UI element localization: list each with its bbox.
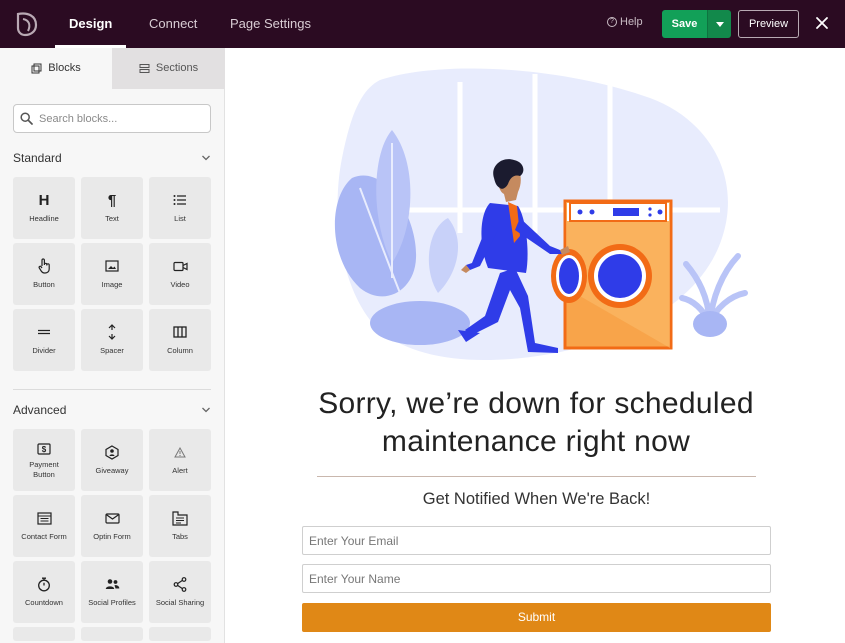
block-label: Column [167, 346, 193, 356]
block-label: Optin Form [93, 532, 131, 542]
block-label: List [174, 214, 186, 224]
block-social-sharing[interactable]: Social Sharing [149, 561, 211, 623]
block-divider[interactable]: Divider [13, 309, 75, 371]
block-label: Countdown [25, 598, 63, 608]
group-divider [13, 389, 211, 390]
block-label: Spacer [100, 346, 124, 356]
image-icon [105, 258, 119, 274]
block-label: Video [170, 280, 190, 290]
advanced-blocks-grid: $ Payment Button Giveaway Alert Contact … [13, 429, 212, 641]
blocks-sidebar: Blocks Sections Standard H Headline ¶ Te… [0, 48, 225, 643]
page-headline: Sorry, we’re down for scheduled maintena… [290, 385, 782, 461]
headline-line-1: Sorry, we’re down for scheduled [318, 387, 754, 420]
group-advanced-header[interactable]: Advanced [13, 400, 211, 420]
search-input[interactable] [39, 112, 209, 125]
question-icon: ? [607, 17, 617, 27]
block-social-profiles[interactable]: Social Profiles [81, 561, 143, 623]
block-button[interactable]: Button [13, 243, 75, 305]
hand-pointer-icon [38, 258, 51, 274]
users-icon [105, 576, 120, 592]
contact-form-icon [36, 510, 52, 526]
block-alert[interactable]: Alert [149, 429, 211, 491]
block-label: Social Profiles [88, 598, 136, 608]
tab-page-settings[interactable]: Page Settings [230, 0, 311, 48]
envelope-icon [104, 510, 120, 526]
block-more-1[interactable] [13, 627, 75, 641]
chevron-down-icon [202, 155, 210, 161]
top-bar: Design Connect Page Settings ? Help Save… [0, 0, 845, 48]
help-link[interactable]: ? Help [607, 16, 643, 28]
stopwatch-icon [37, 576, 51, 592]
video-icon [172, 258, 188, 274]
block-label: Image [101, 280, 123, 290]
giveaway-icon [105, 444, 119, 460]
sidebar-tab-blocks-label: Blocks [48, 62, 81, 74]
save-options-dropdown[interactable] [707, 10, 731, 38]
standard-blocks-grid: H Headline ¶ Text List Button Image Vide… [13, 177, 212, 371]
tab-connect[interactable]: Connect [149, 0, 197, 48]
leaf-logo-icon[interactable] [14, 10, 40, 38]
block-label: Tabs [172, 532, 188, 542]
tabs-icon [172, 510, 188, 526]
block-more-3[interactable] [149, 627, 211, 641]
headline-divider [317, 476, 756, 477]
block-label: Divider [32, 346, 56, 356]
block-contact-form[interactable]: Contact Form [13, 495, 75, 557]
block-countdown[interactable]: Countdown [13, 561, 75, 623]
block-label: Payment Button [29, 460, 59, 479]
sidebar-tab-blocks[interactable]: Blocks [0, 48, 112, 89]
chevron-down-icon [202, 407, 210, 413]
headline-line-2: maintenance right now [381, 425, 691, 458]
block-label: Social Sharing [155, 598, 205, 608]
blocks-icon [31, 63, 42, 74]
sections-icon [139, 64, 150, 73]
group-standard-header[interactable]: Standard [13, 148, 211, 168]
spacer-icon [107, 324, 117, 341]
block-headline[interactable]: H Headline [13, 177, 75, 239]
preview-button[interactable]: Preview [738, 10, 799, 38]
block-spacer[interactable]: Spacer [81, 309, 143, 371]
maintenance-illustration [334, 68, 748, 361]
block-label: Contact Form [21, 532, 67, 542]
alert-icon [174, 444, 186, 460]
block-tabs[interactable]: Tabs [149, 495, 211, 557]
share-icon [173, 576, 187, 592]
block-column[interactable]: Column [149, 309, 211, 371]
block-label: Text [105, 214, 119, 224]
block-label: Alert [172, 466, 188, 476]
group-standard-title: Standard [13, 151, 62, 165]
block-optin-form[interactable]: Optin Form [81, 495, 143, 557]
sidebar-tab-sections[interactable]: Sections [112, 48, 225, 89]
page-subheadline: Get Notified When We're Back! [422, 490, 651, 508]
help-label: Help [620, 16, 643, 28]
block-text[interactable]: ¶ Text [81, 177, 143, 239]
email-field[interactable] [302, 526, 771, 555]
block-payment-button[interactable]: $ Payment Button [13, 429, 75, 491]
group-advanced-title: Advanced [13, 403, 67, 417]
search-blocks[interactable] [13, 104, 211, 133]
block-label: Giveaway [95, 466, 129, 476]
block-label: Headline [29, 214, 59, 224]
column-icon [173, 324, 187, 340]
payment-icon: $ [37, 441, 51, 457]
sidebar-tab-sections-label: Sections [155, 62, 199, 74]
search-icon [20, 112, 33, 125]
name-field[interactable] [302, 564, 771, 593]
divider-icon [37, 324, 51, 340]
block-image[interactable]: Image [81, 243, 143, 305]
close-icon[interactable] [813, 14, 831, 32]
tab-design[interactable]: Design [54, 0, 127, 48]
submit-button[interactable]: Submit [302, 603, 771, 632]
block-video[interactable]: Video [149, 243, 211, 305]
paragraph-icon: ¶ [107, 191, 117, 209]
block-list[interactable]: List [149, 177, 211, 239]
svg-text:$: $ [42, 445, 47, 454]
block-giveaway[interactable]: Giveaway [81, 429, 143, 491]
headline-icon: H [38, 191, 50, 209]
save-button[interactable]: Save [662, 10, 707, 38]
list-icon [173, 192, 187, 208]
block-label: Button [33, 280, 55, 290]
block-more-2[interactable] [81, 627, 143, 641]
